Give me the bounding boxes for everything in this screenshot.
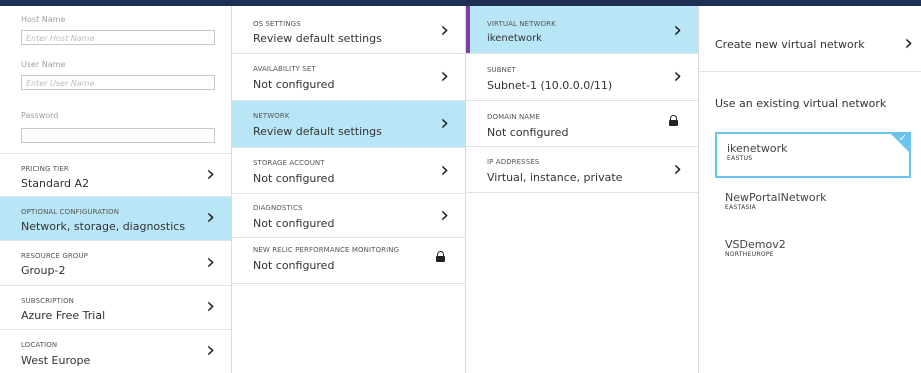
os-settings-item[interactable]: OS SETTINGS Review default settings › — [232, 6, 465, 54]
resource-group-value: Group-2 — [21, 264, 66, 277]
chevron-right-icon: › — [206, 162, 215, 187]
password-field: Password — [0, 106, 231, 151]
password-input[interactable] — [21, 128, 215, 143]
subscription-label: SUBSCRIPTION — [21, 297, 75, 305]
blade-network: VIRTUAL NETWORK ikenetwork › SUBNET Subn… — [466, 6, 699, 373]
new-relic-value: Not configured — [253, 259, 335, 272]
blade-choose-network: Create new virtual network › Use an exis… — [699, 6, 921, 373]
network-region: EASTUS — [727, 155, 753, 162]
user-name-input[interactable]: Enter User Name — [21, 75, 215, 90]
lock-icon — [669, 115, 678, 126]
os-settings-label: OS SETTINGS — [253, 20, 301, 28]
virtual-network-value: ikenetwork — [487, 33, 542, 44]
virtual-network-label: VIRTUAL NETWORK — [487, 20, 556, 28]
os-settings-value: Review default settings — [253, 32, 382, 45]
location-value: West Europe — [21, 354, 91, 367]
chevron-right-icon: › — [440, 158, 449, 183]
optional-configuration-value: Network, storage, diagnostics — [21, 220, 186, 233]
chevron-right-icon: › — [440, 111, 449, 136]
new-relic-item[interactable]: NEW RELIC PERFORMANCE MONITORING Not con… — [232, 238, 465, 284]
network-name: NewPortalNetwork — [725, 191, 827, 204]
domain-name-label: DOMAIN NAME — [487, 113, 540, 121]
subnet-value: Subnet-1 (10.0.0.0/11) — [487, 79, 613, 92]
domain-name-item[interactable]: DOMAIN NAME Not configured — [466, 101, 698, 147]
subnet-label: SUBNET — [487, 66, 516, 74]
network-region: EASTASIA — [725, 204, 757, 211]
ip-addresses-value: Virtual, instance, private — [487, 171, 623, 184]
checkmark-icon: ✓ — [898, 133, 907, 144]
availability-set-item[interactable]: AVAILABILITY SET Not configured › — [232, 54, 465, 101]
new-relic-label: NEW RELIC PERFORMANCE MONITORING — [253, 246, 400, 254]
location-item[interactable]: LOCATION West Europe › — [0, 330, 231, 373]
resource-group-item[interactable]: RESOURCE GROUP Group-2 › — [0, 241, 231, 286]
create-network-item[interactable]: Create new virtual network › — [699, 6, 921, 72]
chevron-right-icon: › — [206, 205, 215, 230]
storage-account-label: STORAGE ACCOUNT — [253, 159, 325, 167]
storage-account-value: Not configured — [253, 172, 335, 185]
lock-icon — [436, 251, 445, 262]
pricing-tier-label: PRICING TIER — [21, 165, 69, 173]
password-label: Password — [21, 111, 59, 120]
virtual-network-item[interactable]: VIRTUAL NETWORK ikenetwork › — [466, 6, 698, 54]
blade-create-vm: Host Name Enter Host Name User Name Ente… — [0, 6, 232, 373]
ip-addresses-item[interactable]: IP ADDRESSES Virtual, instance, private … — [466, 147, 698, 193]
chevron-right-icon: › — [440, 64, 449, 89]
storage-account-item[interactable]: STORAGE ACCOUNT Not configured › — [232, 148, 465, 194]
availability-set-label: AVAILABILITY SET — [253, 65, 316, 73]
chevron-right-icon: › — [440, 18, 449, 43]
pricing-tier-value: Standard A2 — [21, 177, 90, 190]
diagnostics-label: DIAGNOSTICS — [253, 204, 303, 212]
optional-configuration-item[interactable]: OPTIONAL CONFIGURATION Network, storage,… — [0, 197, 231, 241]
network-label: NETWORK — [253, 112, 290, 120]
blade-optional-config: OS SETTINGS Review default settings › AV… — [232, 6, 466, 373]
chevron-right-icon: › — [206, 294, 215, 319]
subscription-value: Azure Free Trial — [21, 309, 106, 322]
pricing-tier-item[interactable]: PRICING TIER Standard A2 › — [0, 153, 231, 197]
ip-addresses-label: IP ADDRESSES — [487, 158, 540, 166]
chevron-right-icon: › — [673, 18, 682, 43]
diagnostics-item[interactable]: DIAGNOSTICS Not configured › — [232, 194, 465, 238]
location-label: LOCATION — [21, 341, 58, 349]
subscription-item[interactable]: SUBSCRIPTION Azure Free Trial › — [0, 286, 231, 330]
availability-set-value: Not configured — [253, 78, 335, 91]
user-name-label: User Name — [21, 60, 66, 69]
chevron-right-icon: › — [673, 157, 682, 182]
chevron-right-icon: › — [904, 31, 913, 56]
network-name: ikenetwork — [727, 142, 788, 155]
existing-network-heading: Use an existing virtual network — [715, 97, 887, 110]
network-card-newportalnetwork[interactable]: NewPortalNetwork EASTASIA — [715, 183, 911, 229]
selection-accent — [466, 6, 470, 53]
network-card-vsdemov2[interactable]: VSDemov2 NORTHEUROPE — [715, 230, 911, 276]
chevron-right-icon: › — [206, 250, 215, 275]
host-name-input[interactable]: Enter Host Name — [21, 30, 215, 45]
chevron-right-icon: › — [440, 203, 449, 228]
host-name-field: Host Name Enter Host Name — [0, 10, 231, 50]
domain-name-value: Not configured — [487, 126, 569, 139]
network-name: VSDemov2 — [725, 238, 786, 251]
subnet-item[interactable]: SUBNET Subnet-1 (10.0.0.0/11) › — [466, 54, 698, 101]
chevron-right-icon: › — [673, 64, 682, 89]
network-value: Review default settings — [253, 125, 382, 138]
diagnostics-value: Not configured — [253, 217, 335, 230]
network-region: NORTHEUROPE — [725, 251, 774, 258]
network-item[interactable]: NETWORK Review default settings › — [232, 101, 465, 148]
optional-configuration-label: OPTIONAL CONFIGURATION — [21, 208, 120, 216]
resource-group-label: RESOURCE GROUP — [21, 252, 88, 260]
create-network-label: Create new virtual network — [715, 38, 865, 51]
host-name-label: Host Name — [21, 15, 66, 24]
chevron-right-icon: › — [206, 338, 215, 363]
user-name-field: User Name Enter User Name — [0, 56, 231, 96]
network-card-ikenetwork[interactable]: ikenetwork EASTUS ✓ — [715, 132, 911, 178]
